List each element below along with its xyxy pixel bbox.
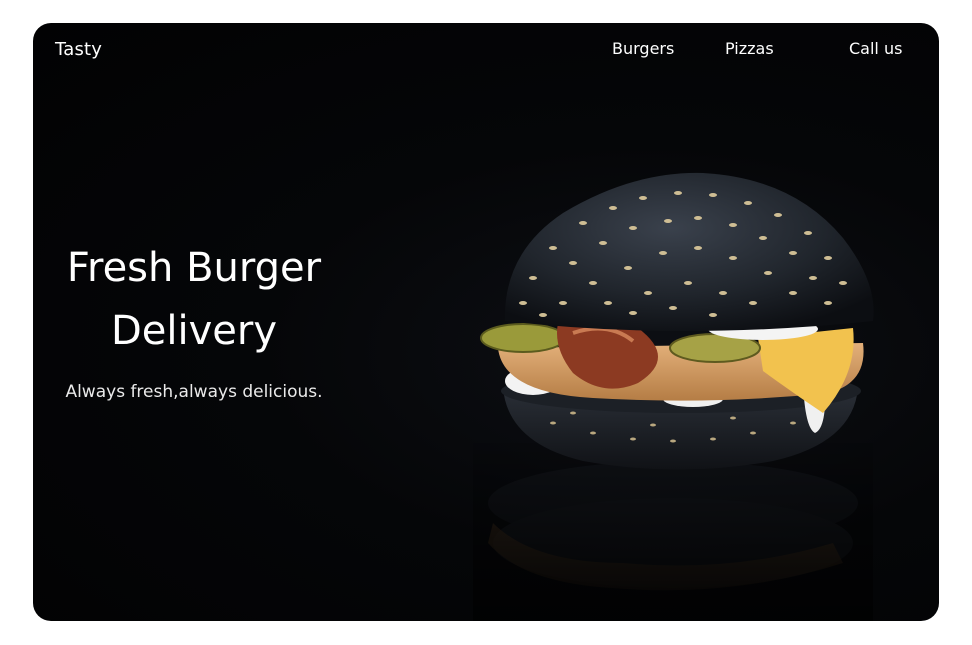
hero-headline-line2: Delivery xyxy=(110,308,278,354)
hero-tagline: Always fresh,always delicious. xyxy=(65,382,323,402)
top-bun xyxy=(504,172,874,331)
nav-item-call-us[interactable]: Call us xyxy=(849,39,902,58)
burger-reflection xyxy=(473,443,873,621)
nav-item-burgers[interactable]: Burgers xyxy=(612,39,674,58)
brand-logo[interactable]: Tasty xyxy=(55,39,102,60)
hero-section: Tasty Burgers Pizzas Call us Fresh Burge… xyxy=(33,23,939,621)
burger-image xyxy=(473,172,874,621)
hero-headline-line1: Fresh Burger xyxy=(66,245,322,291)
nav-item-pizzas[interactable]: Pizzas xyxy=(725,39,774,58)
hero-headline: Fresh Burger Delivery xyxy=(33,237,355,363)
